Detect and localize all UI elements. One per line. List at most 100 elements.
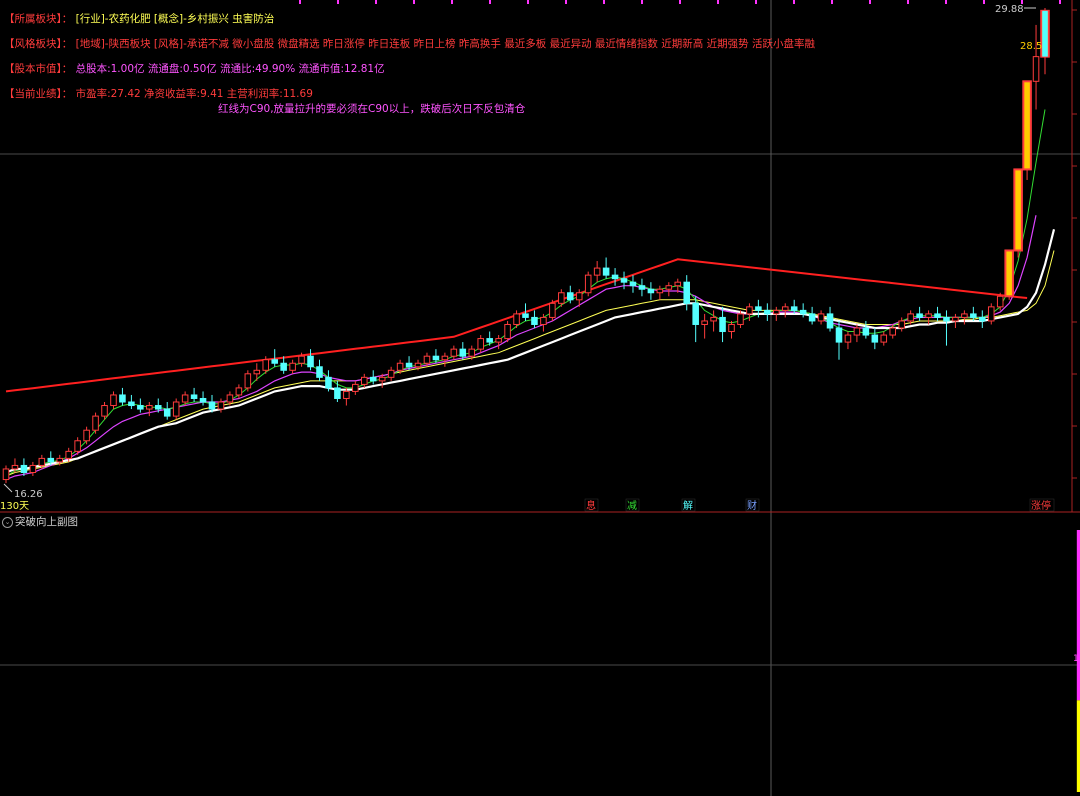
candle: [629, 275, 637, 293]
candle-body-down: [647, 288, 655, 294]
candle: [352, 380, 359, 395]
candle-body-up: [513, 313, 520, 325]
sector-label: 【所属板块】：: [4, 13, 73, 25]
candle-body-up: [74, 440, 81, 452]
candle-body-down: [47, 457, 55, 463]
candle-body-up: [101, 405, 108, 417]
candle-body-down: [325, 376, 332, 389]
candle-body-down: [602, 267, 610, 276]
candle: [495, 335, 502, 350]
candle: [199, 391, 207, 406]
low-price-pointer: [3, 483, 13, 493]
candle-body-down: [316, 366, 323, 378]
candle: [289, 359, 296, 374]
candle-body-down: [334, 387, 341, 399]
candle-body-up: [289, 362, 296, 371]
candle-body-up: [38, 457, 46, 466]
candle-body-down: [719, 316, 726, 333]
period-label: 130天: [0, 501, 29, 512]
candle-body-down: [20, 464, 28, 473]
candle: [665, 282, 673, 297]
candle-body-up: [665, 285, 673, 290]
candle-body-up: [952, 316, 959, 322]
candle: [549, 299, 556, 321]
style-value[interactable]: [地域]-陕西板块 [风格]-承诺不减 微小盘股 微盘精选 昨日涨停 昨日连板 …: [76, 38, 815, 50]
candle-body-up: [172, 401, 180, 417]
style-row: 【风格板块】： [地域]-陕西板块 [风格]-承诺不减 微小盘股 微盘精选 昨日…: [4, 37, 815, 51]
candle-body-up: [701, 320, 708, 325]
candle-body-down: [119, 394, 126, 403]
candle-body-down: [137, 405, 144, 410]
candle-body-up: [468, 348, 476, 357]
sector-value[interactable]: [行业]-农药化肥 [概念]-乡村振兴 虫害防治: [76, 13, 275, 25]
candle-body-up: [558, 292, 565, 304]
candle: [710, 310, 717, 332]
latest-candle-body: [1042, 10, 1048, 57]
high-price-label: 29.88: [995, 4, 1024, 15]
candle: [826, 306, 834, 332]
candle-body-up: [378, 376, 386, 382]
candle-body-down: [208, 401, 216, 410]
candle: [593, 261, 601, 283]
performance-value: 市盈率:27.42 净资收益率:9.41 主营利润率:11.69: [75, 88, 313, 100]
candle: [119, 387, 126, 406]
candle-body-up: [181, 394, 189, 403]
candle-body-up: [29, 464, 37, 473]
candle-body-down: [531, 316, 538, 325]
candle-body-down: [799, 309, 807, 315]
candle-body-down: [307, 355, 314, 368]
candle: [316, 359, 323, 381]
candle-body-up: [853, 327, 861, 336]
candle-body-up: [817, 313, 825, 322]
sub-panel-title-text: 突破向上副图: [15, 516, 78, 528]
low-price-label: 16.26: [14, 489, 43, 500]
candle-body-down: [432, 355, 440, 361]
sub-axis-mark: 1: [1073, 654, 1079, 664]
candle: [441, 352, 449, 367]
candle: [602, 257, 610, 279]
candle-body-down: [692, 302, 699, 325]
collapse-icon[interactable]: ⌄: [2, 516, 13, 528]
candle-body-up: [92, 415, 99, 431]
candle-body-up: [898, 320, 905, 329]
candle: [172, 398, 180, 420]
candle-body-up: [880, 334, 888, 343]
candle: [728, 320, 735, 339]
candle: [477, 335, 484, 353]
candle-body-up: [987, 306, 995, 322]
candle: [781, 303, 789, 318]
candle: [773, 306, 780, 321]
candle: [584, 271, 592, 297]
candle-body-up: [423, 355, 431, 364]
candle-body-up: [110, 394, 117, 407]
candle-body-up: [217, 401, 225, 410]
candle: [325, 370, 332, 392]
candle-body-down: [199, 397, 207, 403]
candle-body-up: [540, 316, 547, 325]
candle: [2, 465, 10, 484]
sub-panel-title[interactable]: ⌄ 突破向上副图: [2, 514, 78, 529]
candle-body-up: [343, 390, 350, 399]
event-tag: 涨停: [1031, 499, 1051, 512]
candle-body-down: [405, 362, 413, 368]
ma-green-line: [5, 109, 1046, 477]
candle: [647, 282, 655, 300]
price-labels: 29.88 28.5 16.26130天 1 息 减 解 财 涨停: [0, 4, 1079, 664]
limit-up-body: [1013, 168, 1023, 252]
candle: [934, 306, 941, 321]
candle: [987, 303, 995, 325]
latest-high-label: 28.5: [1020, 41, 1042, 52]
candle-body-down: [755, 306, 762, 311]
ma-white-line: [5, 229, 1056, 474]
candle-body-up: [2, 468, 10, 481]
candle-body-up: [549, 302, 556, 318]
candle-body-up: [253, 369, 261, 375]
candle: [611, 268, 619, 286]
candle: [844, 331, 852, 350]
candle: [110, 391, 117, 410]
candle-body-up: [674, 281, 682, 287]
candle-body-up: [737, 313, 744, 325]
candle-body-up: [996, 295, 1004, 308]
candle: [146, 402, 153, 417]
candle-body-up: [746, 306, 753, 315]
